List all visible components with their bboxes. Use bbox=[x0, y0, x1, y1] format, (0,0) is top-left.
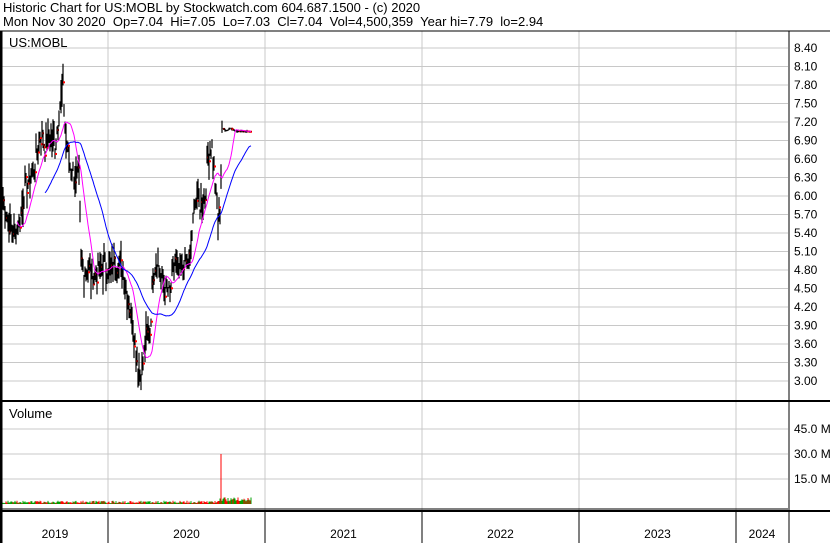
close-marker bbox=[134, 345, 136, 348]
year-label: 2024 bbox=[749, 527, 776, 541]
close-marker bbox=[26, 176, 28, 179]
price-tick-label: 5.40 bbox=[794, 226, 818, 240]
price-tick-label: 7.50 bbox=[794, 97, 818, 111]
price-tick-label: 4.80 bbox=[794, 263, 818, 277]
price-tick-label: 6.90 bbox=[794, 134, 818, 148]
close-marker bbox=[55, 152, 57, 155]
volume-tick-label: 15.0 M bbox=[794, 472, 830, 486]
close-marker bbox=[68, 144, 70, 147]
close-marker bbox=[35, 171, 37, 174]
close-marker bbox=[209, 160, 211, 163]
close-marker bbox=[165, 295, 167, 298]
close-marker bbox=[135, 340, 137, 343]
price-tick-label: 4.20 bbox=[794, 300, 818, 314]
close-marker bbox=[214, 165, 216, 168]
close-marker bbox=[121, 259, 123, 262]
price-tick-label: 8.40 bbox=[794, 41, 818, 55]
price-tick-label: 5.10 bbox=[794, 245, 818, 259]
price-tick-label: 7.20 bbox=[794, 115, 818, 129]
price-tick-label: 3.00 bbox=[794, 374, 818, 388]
year-label: 2021 bbox=[330, 527, 357, 541]
close-marker bbox=[151, 320, 153, 323]
year-label: 2019 bbox=[42, 527, 69, 541]
price-tick-label: 6.00 bbox=[794, 189, 818, 203]
close-marker bbox=[219, 206, 221, 209]
close-marker bbox=[63, 81, 65, 84]
price-tick-label: 6.60 bbox=[794, 152, 818, 166]
price-tick-label: 6.30 bbox=[794, 171, 818, 185]
year-label: 2022 bbox=[487, 527, 514, 541]
volume-tick-label: 30.0 M bbox=[794, 447, 830, 461]
year-label: 2020 bbox=[173, 527, 200, 541]
price-tick-label: 5.70 bbox=[794, 208, 818, 222]
symbol-label: US:MOBL bbox=[9, 35, 68, 50]
price-tick-label: 3.60 bbox=[794, 337, 818, 351]
price-tick-label: 7.80 bbox=[794, 78, 818, 92]
stock-chart: 8.40 8.10 7.80 7.50 7.20 6.90 6.60 6.30 6.00 5.70… bbox=[0, 30, 830, 543]
year-label: 2023 bbox=[644, 527, 671, 541]
close-marker bbox=[171, 287, 173, 290]
close-marker bbox=[97, 281, 99, 284]
close-marker bbox=[88, 271, 90, 274]
price-tick-label: 4.50 bbox=[794, 282, 818, 296]
price-tick-label: 8.10 bbox=[794, 60, 818, 74]
close-marker bbox=[27, 191, 29, 194]
volume-label: Volume bbox=[9, 406, 52, 421]
volume-tick-label: 45.0 M bbox=[794, 422, 830, 436]
close-marker bbox=[143, 362, 145, 365]
close-marker bbox=[150, 333, 152, 336]
price-tick-label: 3.30 bbox=[794, 356, 818, 370]
price-tick-label: 3.90 bbox=[794, 319, 818, 333]
close-marker bbox=[38, 151, 40, 154]
